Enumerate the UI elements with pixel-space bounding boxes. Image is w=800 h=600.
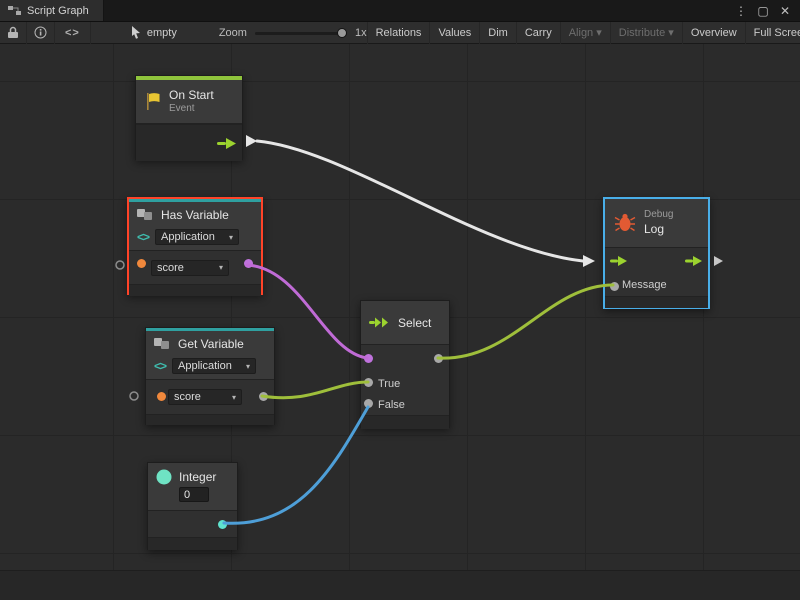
debug-log-node[interactable]: Debug Log Message: [603, 197, 710, 309]
exec-output-port[interactable]: [217, 137, 237, 150]
window-menu-icon[interactable]: ⋮: [732, 4, 750, 18]
lock-icon[interactable]: [0, 22, 27, 44]
variable-name-port[interactable]: [137, 259, 146, 268]
integer-icon: [156, 469, 172, 485]
get-variable-node[interactable]: Get Variable <> Application ▾ score ▾: [145, 327, 275, 425]
select-node[interactable]: Select True False: [360, 300, 450, 428]
node-title: Integer: [179, 470, 216, 484]
zoom-control: Zoom 1x: [219, 27, 367, 39]
select-icon: [369, 315, 391, 330]
false-port-label: False: [378, 399, 405, 411]
toolbar-buttons: Relations Values Dim Carry Align ▾ Distr…: [367, 22, 800, 44]
node-title: Get Variable: [178, 337, 244, 351]
scope-value: Application: [178, 360, 232, 372]
graph-icon: [8, 5, 21, 16]
integer-output-port[interactable]: [218, 520, 227, 529]
node-title: Has Variable: [161, 208, 229, 222]
node-subtitle: Event: [169, 103, 214, 116]
unit-brackets-icon[interactable]: <>: [55, 22, 91, 44]
variable-brackets-icon: <>: [154, 359, 166, 373]
scope-dropdown[interactable]: Application ▾: [172, 358, 256, 374]
has-variable-output-port[interactable]: [244, 259, 253, 268]
node-category: Debug: [644, 209, 673, 222]
zoom-slider[interactable]: [255, 27, 347, 39]
exec-input-port[interactable]: [610, 255, 628, 267]
integer-value: 0: [184, 489, 190, 501]
variable-brackets-icon: <>: [137, 230, 149, 244]
node-title: On Start: [169, 88, 214, 103]
close-icon[interactable]: ✕: [776, 4, 794, 18]
toolbar-button-overview[interactable]: Overview: [682, 22, 745, 44]
caret-icon: ▾: [232, 393, 236, 402]
on-start-node[interactable]: On Start Event: [135, 75, 243, 160]
tab-script-graph[interactable]: Script Graph: [0, 0, 104, 21]
scope-dropdown[interactable]: Application ▾: [155, 229, 239, 245]
caret-icon: ▾: [219, 263, 223, 272]
toolbar-button-carry[interactable]: Carry: [516, 22, 560, 44]
variables-icon: [137, 209, 155, 221]
toolbar-button-values[interactable]: Values: [429, 22, 479, 44]
cursor-icon: [131, 26, 142, 39]
toolbar-button-distribute[interactable]: Distribute ▾: [610, 22, 682, 44]
exec-output-port[interactable]: [685, 255, 703, 267]
caret-icon: ▾: [229, 233, 233, 242]
flag-icon: [145, 92, 161, 111]
variable-name-port[interactable]: [157, 392, 166, 401]
selection-info: empty: [131, 26, 177, 39]
integer-node[interactable]: Integer 0: [147, 462, 238, 550]
true-port-label: True: [378, 378, 400, 390]
variable-name-dropdown[interactable]: score ▾: [168, 389, 242, 405]
info-icon[interactable]: [27, 22, 55, 44]
title-bar: Script Graph ⋮ ▢ ✕: [0, 0, 800, 22]
select-false-port[interactable]: [364, 399, 373, 408]
bug-icon: [614, 213, 636, 233]
zoom-label: Zoom: [219, 27, 247, 39]
message-input-port[interactable]: [610, 282, 619, 291]
has-variable-node[interactable]: Has Variable <> Application ▾ score ▾: [127, 197, 263, 295]
toolbar-button-relations[interactable]: Relations: [367, 22, 430, 44]
caret-icon: ▾: [246, 362, 250, 371]
variable-name-value: score: [174, 391, 201, 403]
zoom-slider-handle[interactable]: [337, 28, 347, 38]
node-title: Log: [644, 222, 673, 237]
node-title: Select: [398, 316, 431, 330]
tab-title: Script Graph: [27, 5, 89, 17]
toolbar-button-align[interactable]: Align ▾: [560, 22, 610, 44]
select-condition-port[interactable]: [364, 354, 373, 363]
canvas-footer: [0, 570, 800, 600]
maximize-icon[interactable]: ▢: [754, 4, 772, 18]
toolbar-button-fullscreen[interactable]: Full Screen: [745, 22, 800, 44]
script-graph-window: Script Graph ⋮ ▢ ✕ <> emp: [0, 0, 800, 600]
integer-value-field[interactable]: 0: [179, 487, 209, 502]
graph-toolbar: <> empty Zoom 1x Relations Values Dim Ca…: [0, 22, 800, 44]
select-true-port[interactable]: [364, 378, 373, 387]
scope-value: Application: [161, 231, 215, 243]
zoom-value: 1x: [355, 27, 367, 39]
empty-label: empty: [147, 27, 177, 39]
variable-name-dropdown[interactable]: score ▾: [151, 260, 229, 276]
message-port-label: Message: [622, 279, 667, 291]
variables-icon: [154, 338, 172, 350]
toolbar-button-dim[interactable]: Dim: [479, 22, 516, 44]
zoom-slider-track[interactable]: [255, 32, 347, 35]
get-variable-output-port[interactable]: [259, 392, 268, 401]
select-output-port[interactable]: [434, 354, 443, 363]
variable-name-value: score: [157, 262, 184, 274]
